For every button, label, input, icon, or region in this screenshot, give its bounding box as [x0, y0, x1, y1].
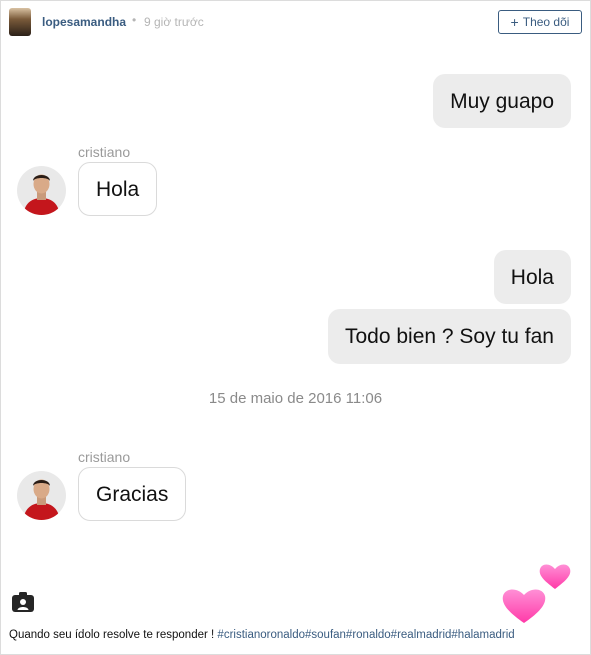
message-bubble-outgoing: Muy guapo: [433, 74, 571, 128]
sender-avatar: [17, 471, 66, 520]
poster-avatar[interactable]: [9, 8, 31, 36]
user-tag-icon[interactable]: [11, 591, 35, 613]
caption-hashtags[interactable]: #cristianoronaldo#soufan#ronaldo#realmad…: [217, 629, 514, 641]
header-separator: •: [132, 13, 137, 27]
heart-emoji-icon: [500, 560, 576, 626]
message-sender: cristiano: [78, 449, 131, 465]
caption-text: Quando seu ídolo resolve te responder !: [9, 629, 215, 641]
message-bubble-outgoing: Hola: [493, 250, 571, 304]
message-text: Muy guapo: [450, 89, 554, 113]
message-bubble-outgoing: Todo bien ? Soy tu fan: [328, 309, 571, 364]
sender-avatar: [17, 166, 66, 215]
message-bubble-incoming: Gracias: [78, 467, 187, 521]
message-text: Hola: [510, 265, 554, 289]
follow-button[interactable]: + Theo dõi: [498, 10, 582, 34]
post-caption: Quando seu ídolo resolve te responder ! …: [9, 629, 515, 641]
message-text: Hola: [96, 177, 140, 201]
follow-label: Theo dõi: [522, 15, 570, 29]
message-sender: cristiano: [78, 144, 131, 160]
post-time: 9 giờ trước: [144, 15, 204, 29]
poster-username[interactable]: lopesamandha: [42, 15, 126, 29]
message-text: Gracias: [96, 482, 169, 506]
plus-icon: +: [510, 14, 519, 30]
message-text: Todo bien ? Soy tu fan: [345, 325, 554, 348]
chat-timestamp: 15 de maio de 2016 11:06: [208, 390, 383, 407]
message-bubble-incoming: Hola: [78, 162, 158, 216]
